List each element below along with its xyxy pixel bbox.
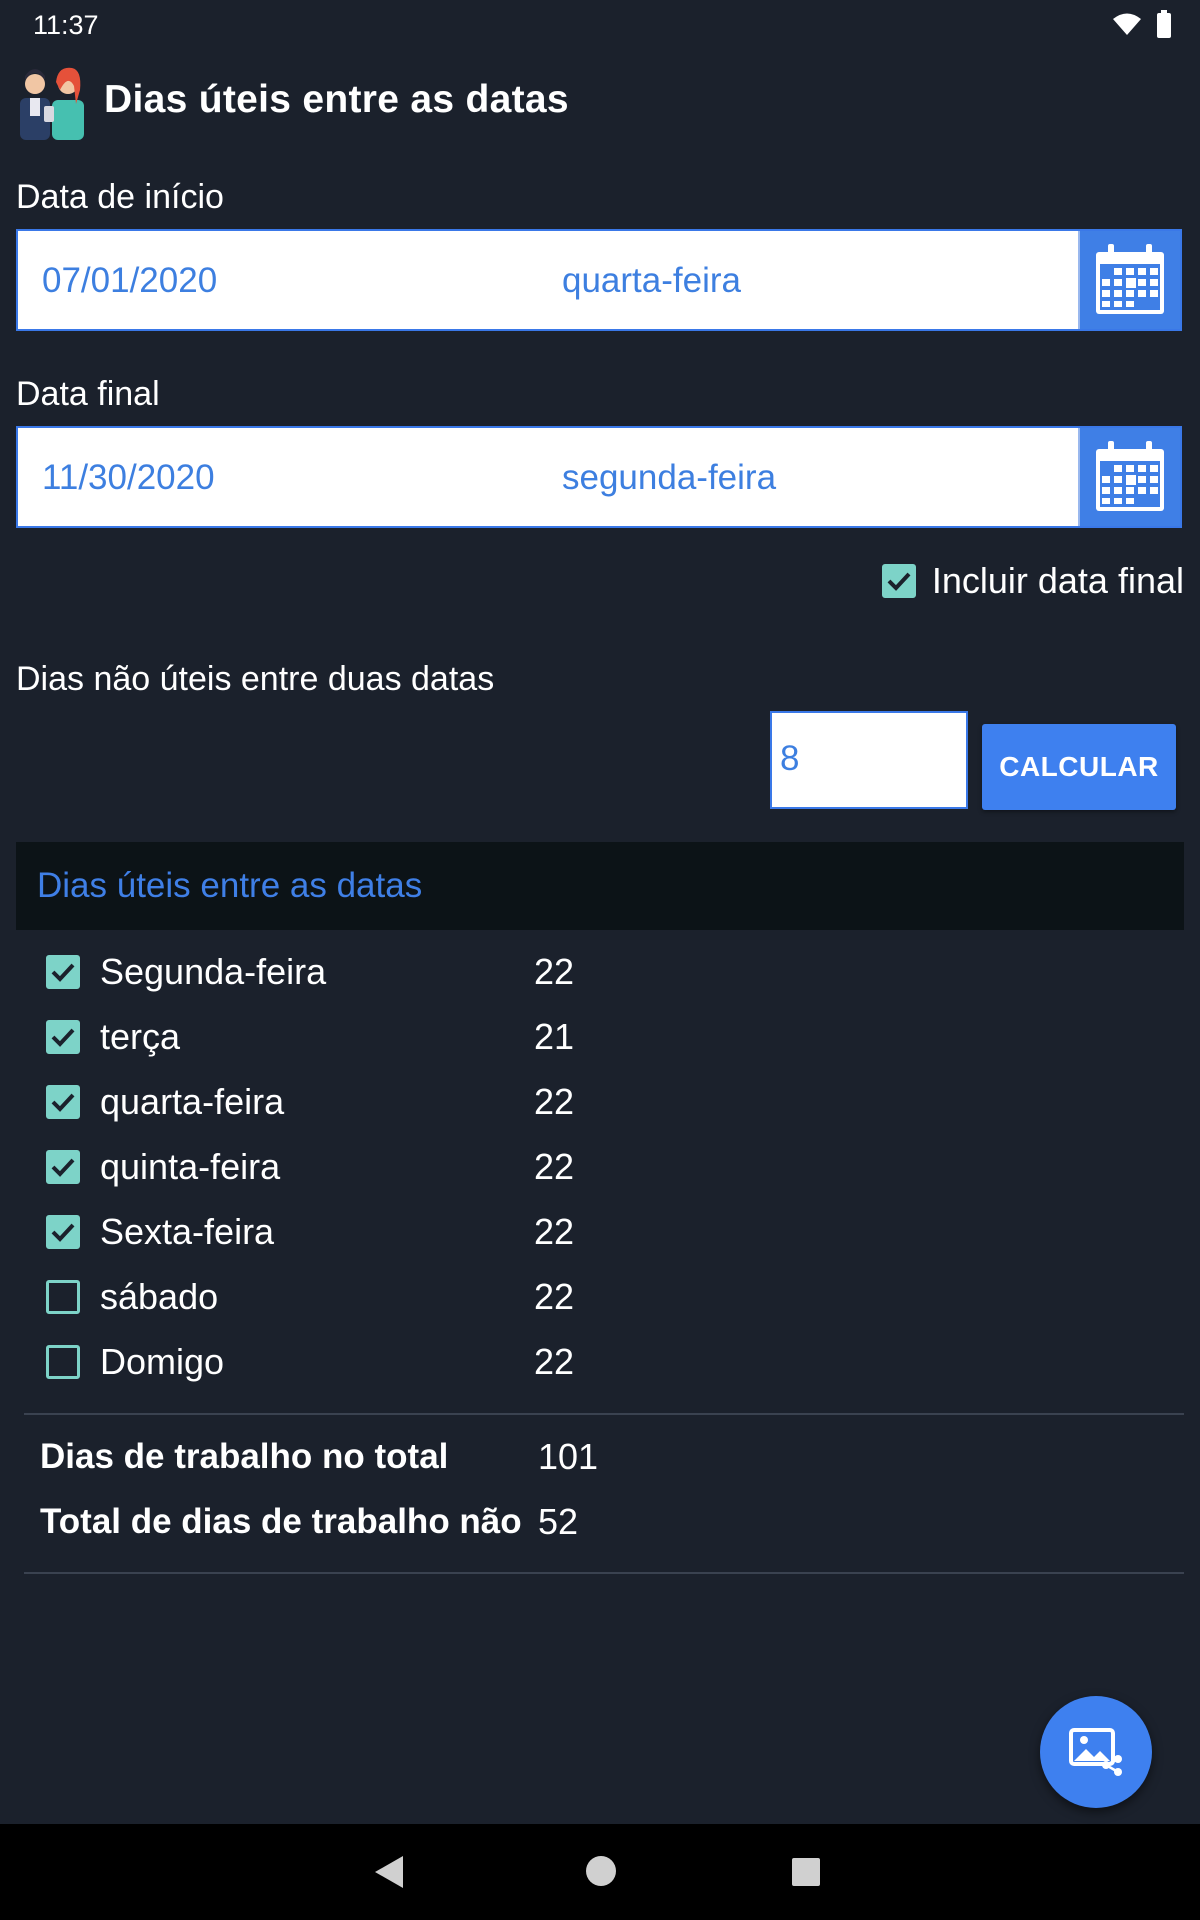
page-title: Dias úteis entre as datas xyxy=(104,78,569,121)
app-header: Dias úteis entre as datas xyxy=(16,60,569,140)
start-date-field[interactable]: 07/01/2020 quarta-feira xyxy=(16,229,1182,331)
day-name: quinta-feira xyxy=(100,1146,281,1187)
day-row-saturday[interactable]: sábado 22 xyxy=(46,1269,646,1325)
total-label: Dias de trabalho no total xyxy=(40,1437,449,1476)
day-count: 21 xyxy=(534,1016,575,1057)
results-header: Dias úteis entre as datas xyxy=(16,842,1184,930)
day-row-wednesday[interactable]: quarta-feira 22 xyxy=(46,1074,646,1130)
total-working-days-row: Dias de trabalho no total 101 xyxy=(40,1429,598,1485)
end-date-field[interactable]: 11/30/2020 segunda-feira xyxy=(16,426,1182,528)
share-image-icon xyxy=(1069,1728,1122,1776)
calculate-button[interactable]: CALCULAR xyxy=(982,724,1176,810)
check-icon xyxy=(51,1028,75,1047)
divider xyxy=(24,1413,1184,1415)
back-icon[interactable] xyxy=(373,1854,405,1890)
people-logo-icon xyxy=(20,67,84,140)
day-count: 22 xyxy=(534,1211,575,1252)
status-time: 11:37 xyxy=(33,10,99,40)
battery-icon xyxy=(1157,10,1171,38)
day-count: 22 xyxy=(534,1146,575,1187)
total-non-working-days-row: Total de dias de trabalho não 52 xyxy=(40,1494,578,1550)
day-row-tuesday[interactable]: terça 21 xyxy=(46,1009,646,1065)
total-label: Total de dias de trabalho não xyxy=(40,1502,522,1541)
day-row-sunday[interactable]: Domigo 22 xyxy=(46,1334,646,1390)
include-end-date-row[interactable]: Incluir data final xyxy=(881,560,1184,602)
share-image-button[interactable] xyxy=(1040,1696,1152,1808)
day-name: terça xyxy=(100,1016,181,1057)
day-count: 22 xyxy=(534,1081,575,1122)
day-row-monday[interactable]: Segunda-feira 22 xyxy=(46,944,646,1000)
day-checkbox[interactable] xyxy=(46,1280,80,1314)
day-name: Domigo xyxy=(100,1341,225,1382)
start-weekday-value: quarta-feira xyxy=(562,261,741,300)
include-end-date-checkbox[interactable] xyxy=(881,564,916,598)
day-name: Sexta-feira xyxy=(100,1211,275,1252)
non-working-days-input[interactable]: 8 xyxy=(770,711,968,809)
day-count: 22 xyxy=(534,1276,575,1317)
home-icon[interactable] xyxy=(586,1856,616,1886)
day-name: Segunda-feira xyxy=(100,951,327,992)
status-icons xyxy=(1112,10,1172,38)
day-checkbox[interactable] xyxy=(46,1085,80,1119)
day-checkbox[interactable] xyxy=(46,1150,80,1184)
total-value: 52 xyxy=(538,1501,579,1542)
end-weekday-value: segunda-feira xyxy=(562,458,777,497)
day-row-thursday[interactable]: quinta-feira 22 xyxy=(46,1139,646,1195)
day-checkbox[interactable] xyxy=(46,955,80,989)
day-row-friday[interactable]: Sexta-feira 22 xyxy=(46,1204,646,1260)
check-icon xyxy=(51,1158,75,1177)
divider xyxy=(24,1572,1184,1574)
check-icon xyxy=(51,1223,75,1242)
end-date-value: 11/30/2020 xyxy=(42,458,215,497)
check-icon xyxy=(51,963,75,982)
day-name: sábado xyxy=(100,1276,219,1317)
status-bar: 11:37 xyxy=(0,0,1200,48)
include-end-date-label: Incluir data final xyxy=(931,560,1184,601)
start-date-value: 07/01/2020 xyxy=(42,261,218,300)
check-icon xyxy=(51,1093,75,1112)
calendar-icon xyxy=(1096,441,1164,511)
end-calendar-button[interactable] xyxy=(1078,428,1180,526)
day-checkbox[interactable] xyxy=(46,1345,80,1379)
day-checkbox[interactable] xyxy=(46,1215,80,1249)
day-name: quarta-feira xyxy=(100,1081,285,1122)
day-checkbox[interactable] xyxy=(46,1020,80,1054)
total-value: 101 xyxy=(538,1436,599,1477)
wifi-icon xyxy=(1113,13,1141,35)
day-count: 22 xyxy=(534,1341,575,1382)
day-count: 22 xyxy=(534,951,575,992)
non-working-days-label: Dias não úteis entre duas datas xyxy=(16,660,495,698)
end-date-label: Data final xyxy=(16,375,160,413)
check-icon xyxy=(887,572,911,591)
system-nav-bar xyxy=(0,1824,1200,1920)
results-title: Dias úteis entre as datas xyxy=(37,866,423,905)
start-calendar-button[interactable] xyxy=(1078,231,1180,329)
calendar-icon xyxy=(1096,244,1164,314)
recent-apps-icon[interactable] xyxy=(792,1858,820,1886)
start-date-label: Data de início xyxy=(16,178,224,216)
